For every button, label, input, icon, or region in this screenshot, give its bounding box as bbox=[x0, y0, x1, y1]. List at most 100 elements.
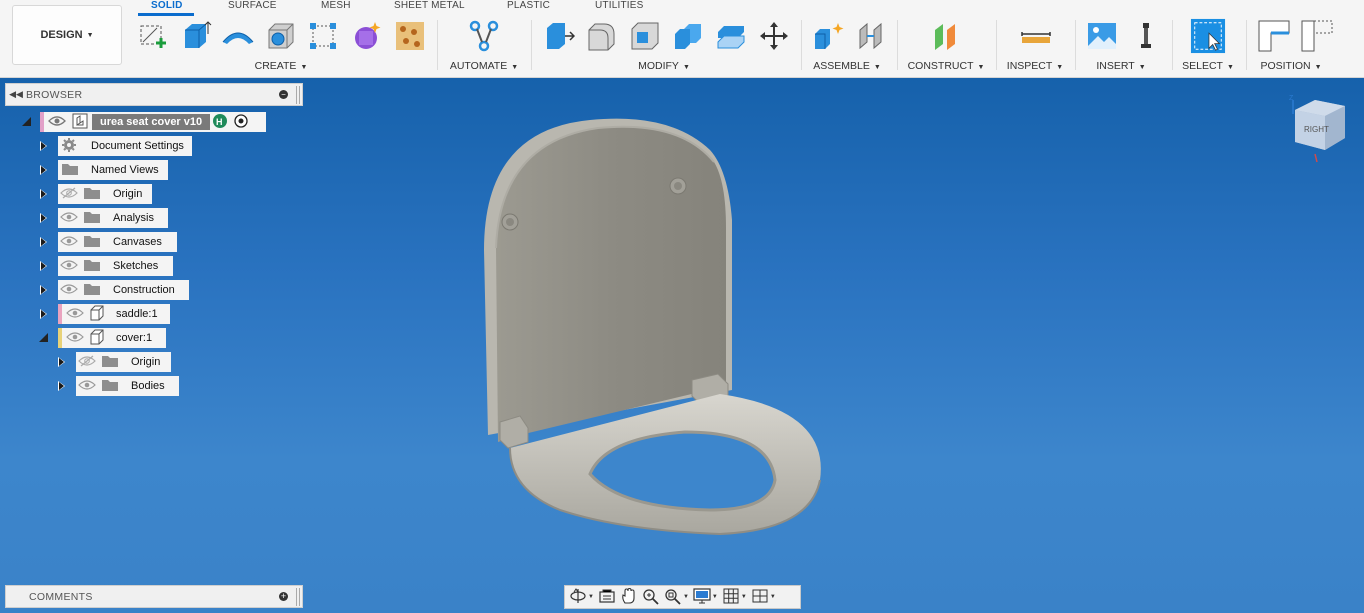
eye-icon[interactable] bbox=[60, 283, 78, 298]
shell-icon[interactable] bbox=[627, 18, 663, 54]
browser-item-construction[interactable]: Construction bbox=[58, 280, 189, 300]
eye-icon[interactable] bbox=[60, 211, 78, 226]
browser-item-named-views[interactable]: Named Views bbox=[58, 160, 168, 180]
viewports-button[interactable]: ▼ bbox=[751, 587, 776, 607]
rectangular-pattern-icon[interactable] bbox=[305, 18, 341, 54]
browser-panel-header[interactable]: ◀◀ BROWSER − bbox=[5, 83, 303, 106]
eye-icon[interactable] bbox=[60, 259, 78, 274]
assemble-menu[interactable]: ASSEMBLE ▼ bbox=[813, 60, 881, 72]
eye-icon[interactable] bbox=[66, 307, 84, 322]
combine-icon[interactable] bbox=[670, 18, 706, 54]
display-settings-button[interactable]: ▼ bbox=[693, 587, 718, 607]
press-pull-icon[interactable] bbox=[541, 18, 577, 54]
browser-item-saddle[interactable]: saddle:1 bbox=[58, 304, 170, 324]
tab-mesh[interactable]: MESH bbox=[321, 0, 351, 12]
eye-icon[interactable] bbox=[66, 331, 84, 346]
browser-item-canvases[interactable]: Canvases bbox=[58, 232, 177, 252]
folder-icon bbox=[101, 354, 119, 371]
tab-solid[interactable]: SOLID bbox=[151, 0, 183, 12]
collapse-arrow-icon[interactable] bbox=[38, 332, 50, 344]
automate-menu[interactable]: AUTOMATE ▼ bbox=[450, 60, 518, 72]
eye-icon[interactable] bbox=[78, 379, 96, 394]
minus-icon[interactable]: − bbox=[279, 90, 288, 99]
tab-plastic[interactable]: PLASTIC bbox=[507, 0, 550, 12]
browser-item-cover-origin[interactable]: Origin bbox=[76, 352, 171, 372]
toilet-seat-cover-model[interactable] bbox=[470, 110, 840, 550]
collapse-arrow-icon[interactable] bbox=[21, 116, 33, 128]
pan-button[interactable] bbox=[620, 587, 638, 607]
construct-menu[interactable]: CONSTRUCT ▼ bbox=[908, 60, 985, 72]
browser-item-analysis[interactable]: Analysis bbox=[58, 208, 168, 228]
insert-menu[interactable]: INSERT ▼ bbox=[1096, 60, 1145, 72]
revolve-icon[interactable] bbox=[220, 18, 256, 54]
viewcube[interactable]: RIGHT Z bbox=[1285, 92, 1355, 164]
expand-arrow-icon[interactable] bbox=[38, 164, 50, 176]
inspect-menu[interactable]: INSPECT ▼ bbox=[1007, 60, 1063, 72]
browser-item-cover[interactable]: cover:1 bbox=[58, 328, 166, 348]
orbit-button[interactable]: ▼ bbox=[569, 587, 594, 607]
look-at-button[interactable] bbox=[598, 587, 616, 607]
expand-arrow-icon[interactable] bbox=[38, 308, 50, 320]
expand-arrow-icon[interactable] bbox=[38, 236, 50, 248]
browser-item-label: Origin bbox=[113, 188, 143, 200]
browser-item-label: Analysis bbox=[113, 212, 154, 224]
panel-grip-icon[interactable] bbox=[296, 587, 300, 606]
separator bbox=[531, 20, 532, 70]
fit-button[interactable]: ▼ bbox=[664, 587, 689, 607]
tab-utilities[interactable]: UTILITIES bbox=[595, 0, 643, 12]
extrude-icon[interactable] bbox=[178, 18, 214, 54]
automate-icon[interactable] bbox=[466, 18, 502, 54]
joint-icon[interactable] bbox=[853, 18, 889, 54]
expand-arrow-icon[interactable] bbox=[38, 260, 50, 272]
expand-arrow-icon[interactable] bbox=[38, 212, 50, 224]
expand-arrow-icon[interactable] bbox=[38, 188, 50, 200]
browser-item-document-settings[interactable]: Document Settings bbox=[58, 136, 192, 156]
eye-hidden-icon[interactable] bbox=[78, 355, 96, 370]
browser-item-bodies[interactable]: Bodies bbox=[76, 376, 179, 396]
workspace-switcher[interactable]: DESIGN ▼ bbox=[12, 5, 122, 65]
hole-icon[interactable] bbox=[263, 18, 299, 54]
tab-sheet-metal[interactable]: SHEET METAL bbox=[394, 0, 465, 12]
zoom-button[interactable] bbox=[642, 587, 660, 607]
activate-radio-icon[interactable] bbox=[234, 113, 248, 131]
viewports-icon bbox=[751, 587, 769, 608]
fillet-icon[interactable] bbox=[584, 18, 620, 54]
expand-arrow-icon[interactable] bbox=[38, 140, 50, 152]
grid-settings-button[interactable]: ▼ bbox=[722, 587, 747, 607]
insert-canvas-icon[interactable] bbox=[1084, 18, 1120, 54]
offset-plane-icon[interactable] bbox=[928, 18, 964, 54]
eye-icon[interactable] bbox=[60, 235, 78, 250]
capture-position-icon[interactable] bbox=[1256, 18, 1292, 54]
create-menu[interactable]: CREATE ▼ bbox=[255, 60, 308, 72]
panel-grip-icon[interactable] bbox=[296, 85, 300, 104]
derive-icon[interactable] bbox=[392, 18, 428, 54]
revert-position-icon[interactable] bbox=[1299, 18, 1335, 54]
browser-item-origin[interactable]: Origin bbox=[58, 184, 152, 204]
root-document-name[interactable]: urea seat cover v10 bbox=[92, 114, 211, 130]
eye-icon[interactable] bbox=[48, 115, 66, 130]
create-form-icon[interactable] bbox=[349, 18, 385, 54]
version-history-icon[interactable]: H bbox=[213, 113, 228, 131]
new-component-icon[interactable] bbox=[810, 18, 846, 54]
ribbon-toolbar: DESIGN ▼ SOLID SURFACE MESH SHEET METAL … bbox=[0, 0, 1364, 78]
eye-hidden-icon[interactable] bbox=[60, 187, 78, 202]
expand-arrow-icon[interactable] bbox=[56, 380, 68, 392]
select-icon[interactable] bbox=[1190, 18, 1226, 54]
comments-panel-header[interactable]: COMMENTS + bbox=[5, 585, 303, 608]
measure-icon[interactable] bbox=[1018, 18, 1054, 54]
modify-menu[interactable]: MODIFY ▼ bbox=[638, 60, 690, 72]
browser-item-sketches[interactable]: Sketches bbox=[58, 256, 173, 276]
tab-surface[interactable]: SURFACE bbox=[228, 0, 277, 12]
collapse-panel-icon[interactable]: ◀◀ bbox=[6, 89, 26, 100]
chevron-down-icon: ▼ bbox=[86, 31, 94, 39]
create-sketch-icon[interactable] bbox=[135, 18, 171, 54]
expand-arrow-icon[interactable] bbox=[56, 356, 68, 368]
insert-mcmaster-icon[interactable] bbox=[1128, 18, 1164, 54]
offset-face-icon[interactable] bbox=[713, 18, 749, 54]
select-menu[interactable]: SELECT ▼ bbox=[1182, 60, 1234, 72]
move-icon[interactable] bbox=[756, 18, 792, 54]
browser-root-node[interactable]: urea seat cover v10 H bbox=[40, 112, 266, 132]
position-menu[interactable]: POSITION ▼ bbox=[1260, 60, 1321, 72]
expand-arrow-icon[interactable] bbox=[38, 284, 50, 296]
add-comment-icon[interactable]: + bbox=[279, 592, 288, 601]
